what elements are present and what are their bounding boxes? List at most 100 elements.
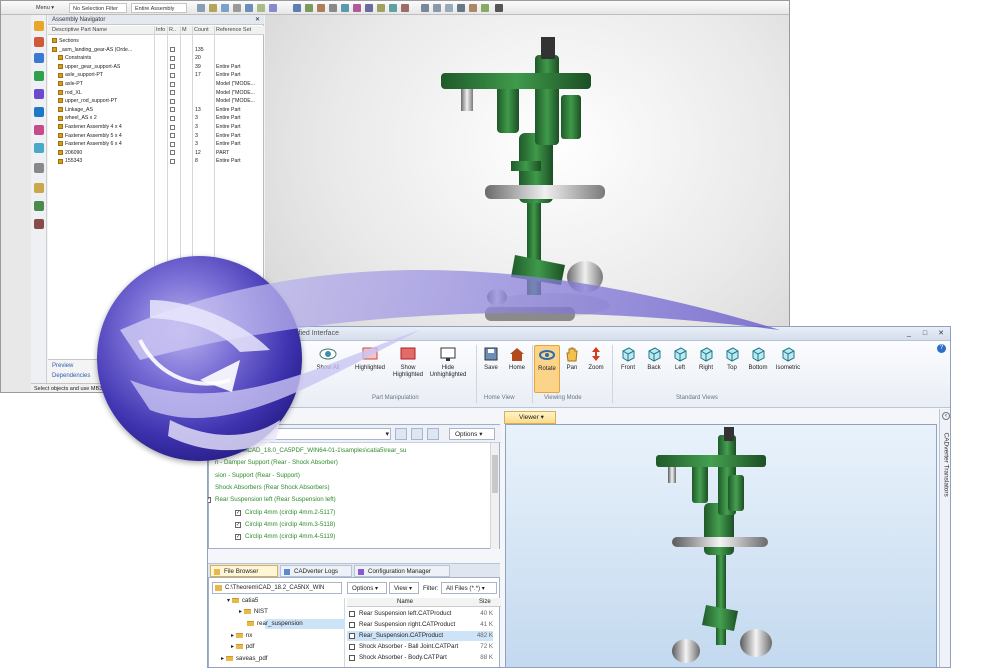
col-count[interactable]: Count [194,26,209,35]
assembly-navigator-icon[interactable] [34,21,44,31]
tree-scrollbar[interactable] [490,443,499,549]
node-checkbox[interactable]: ✓ [235,509,241,516]
load-checkbox[interactable] [170,98,175,104]
more-icon[interactable] [495,4,503,12]
viewer-tab[interactable]: Viewer ▾ [504,411,556,424]
node-checkbox[interactable]: ✓ [235,534,241,541]
existing-point-icon[interactable] [401,4,409,12]
file-row[interactable]: Rear Suspension right.CATProduct 41 K [347,620,493,630]
tree-options-button[interactable]: Options ▾ [449,428,495,440]
curve-icon[interactable] [245,4,253,12]
fb-options-button[interactable]: Options ▾ [347,582,387,594]
filter-icon[interactable] [209,4,217,12]
load-checkbox[interactable] [170,158,175,164]
load-checkbox[interactable] [170,150,175,156]
rotate-button[interactable]: Rotate [534,345,560,393]
file-row[interactable]: Shock Absorber - Body.CATPart 88 K [347,653,493,663]
tree-node[interactable]: n - Damper Support (Rear - Shock Absorbe… [215,457,338,469]
system-materials-icon[interactable] [34,125,44,135]
tab-cadverter-logs[interactable]: CADverter Logs [280,565,352,577]
navigator-row[interactable]: wheel_AS x 2 3 Entire Part [48,114,264,122]
load-checkbox[interactable] [170,107,175,113]
load-checkbox[interactable] [170,141,175,147]
view-back-button[interactable]: Back [642,345,666,393]
load-checkbox[interactable] [170,72,175,78]
minimize-button[interactable]: _ [904,329,914,338]
3d-viewer[interactable] [505,424,937,667]
tree-node[interactable]: ✓ Circlip 4mm (circlip 4mm.2-5117) [235,507,335,519]
manufacturing-icon[interactable] [34,201,44,211]
navigator-row[interactable]: axle_support-PT 17 Entire Part [48,71,264,79]
view-top-button[interactable]: Top [720,345,744,393]
folder-nist[interactable]: ▸ NIST [239,608,268,615]
point-icon[interactable] [233,4,241,12]
folder-catia5[interactable]: ▾ catia5 [227,597,258,604]
load-checkbox[interactable] [170,47,175,53]
mid-snap-icon[interactable] [317,4,325,12]
node-checkbox[interactable]: ✓ [208,497,211,504]
view-front-button[interactable]: Front [616,345,640,393]
scroll-thumb[interactable] [492,455,498,493]
tree-node[interactable]: sion - Support (Rear - Support) [215,470,300,482]
save-view-button[interactable]: Save [478,345,504,393]
fb-view-button[interactable]: View ▾ [389,582,419,594]
scope-select[interactable]: Entire Assembly [131,3,187,13]
load-checkbox[interactable] [170,81,175,87]
pole-snap-icon[interactable] [377,4,385,12]
tangent-snap-icon[interactable] [353,4,361,12]
close-icon[interactable]: ✕ [255,16,260,23]
load-checkbox[interactable] [170,90,175,96]
collapse-left-icon[interactable]: ‹ [942,412,950,420]
path-field[interactable]: C:\Theorem\CAD_18.2_CA5NX_WIN [212,582,342,594]
load-checkbox[interactable] [170,133,175,139]
highlighted-button[interactable]: Highlighted [352,345,388,393]
tree-node[interactable]: ✓ Rear Suspension left (Rear Suspension l… [208,494,336,506]
zoom-button[interactable]: Zoom [584,345,608,393]
node-checkbox[interactable]: ✓ [235,521,241,528]
pan-button[interactable]: Pan [561,345,583,393]
select-icon[interactable] [197,4,205,12]
navigator-row[interactable]: Fastener Assembly 6 x 4 3 Entire Part [48,140,264,148]
col-reference-set[interactable]: Reference Set [216,26,251,35]
show-highlighted-button[interactable]: Show Highlighted [390,345,426,393]
navigator-row[interactable]: rod_XL Model ("MODE... [48,89,264,97]
navigator-row[interactable]: Fastener Assembly 5 x 4 3 Entire Part [48,132,264,140]
load-checkbox[interactable] [170,124,175,130]
tab-configuration-manager[interactable]: Configuration Manager [354,565,450,577]
navigator-row[interactable]: 155343 8 Entire Part [48,157,264,165]
navigator-row[interactable]: axle-PT Model ("MODE... [48,80,264,88]
body-icon[interactable] [269,4,277,12]
file-row[interactable]: Rear_Suspension.CATProduct 482 K [347,631,493,641]
view-bottom-button[interactable]: Bottom [746,345,770,393]
palette-icon[interactable] [34,219,44,229]
navigator-row[interactable]: Fastener Assembly 4 x 4 3 Entire Part [48,123,264,131]
folder-rear-suspension[interactable]: rear_suspension [247,620,303,627]
tab-file-browser[interactable]: File Browser [210,565,278,577]
close-button[interactable]: ✕ [936,329,946,338]
process-studio-icon[interactable] [34,143,44,153]
load-checkbox[interactable] [170,115,175,121]
preview-tab[interactable]: Preview [52,363,73,369]
navigator-row[interactable]: Linkage_AS 13 Entire Part [48,106,264,114]
intersect-snap-icon[interactable] [365,4,373,12]
col-m[interactable]: M [182,26,187,35]
tree-node[interactable]: ✓ Circlip 4mm (circlip 4mm.4-5119) [235,531,335,543]
snap-icon[interactable] [221,4,229,12]
render-style-icon[interactable] [433,4,441,12]
reuse-library-icon[interactable] [34,71,44,81]
col-size[interactable]: Size [479,598,491,607]
view-right-button[interactable]: Right [694,345,718,393]
navigator-row[interactable]: upper_gear_support-AS 39 Entire Part [48,63,264,71]
navigator-row[interactable]: _asm_landing_gear-AS (Orde... 135 [48,46,264,54]
navigator-row[interactable]: Sections [48,37,264,45]
collapse-icon[interactable] [427,428,439,440]
refresh-icon[interactable] [411,428,423,440]
tree-node[interactable]: ✓ Circlip 4mm (circlip 4mm.3-5118) [235,519,335,531]
navigator-row[interactable]: 206090 12 PART [48,149,264,157]
folder-saveas-pdf[interactable]: ▸ saveas_pdf [221,655,267,662]
clip-icon[interactable] [469,4,477,12]
web-browser-icon[interactable] [34,89,44,99]
col-name[interactable]: Name [397,598,413,607]
roles-icon[interactable] [34,163,44,173]
col-info[interactable]: Info [156,26,165,35]
